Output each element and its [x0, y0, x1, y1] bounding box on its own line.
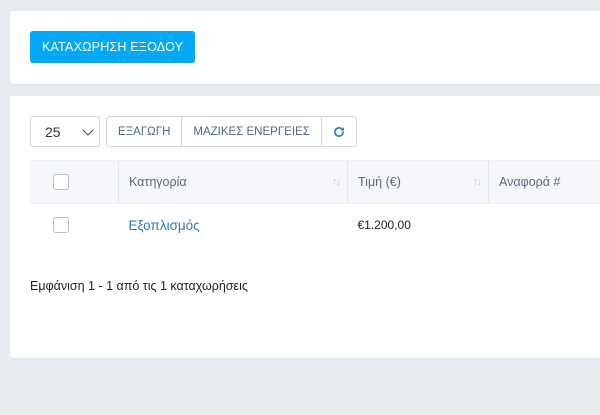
select-all-checkbox[interactable] [53, 174, 69, 190]
sort-icon: ↑↓ [332, 176, 341, 188]
column-label-category: Κατηγορία [129, 175, 187, 189]
price-value: €1.200,00 [357, 218, 411, 232]
category-cell: Εξοπλισμός [119, 204, 348, 247]
expenses-panel: 25 ΕΞΑΓΩΓΗ ΜΑΖΙΚΕΣ ΕΝΕΡΓΕΙΕΣ Κατηγορία ↑… [10, 96, 600, 358]
add-expense-button[interactable]: ΚΑΤΑΧΩΡΗΣΗ ΕΞΟΔΟΥ [30, 31, 196, 63]
page-size-value: 25 [45, 123, 61, 140]
refresh-button[interactable] [320, 116, 357, 147]
sort-icon: ↑↓ [473, 176, 482, 188]
export-button[interactable]: ΕΞΑΓΩΓΗ [106, 116, 183, 147]
table-row: Εξοπλισμός €1.200,00 [30, 204, 600, 247]
table-header-row: Κατηγορία ↑↓ Τιμή (€) ↑↓ Αναφορά # [30, 160, 600, 204]
top-panel: ΚΑΤΑΧΩΡΗΣΗ ΕΞΟΔΟΥ [10, 11, 600, 84]
price-cell: €1.200,00 [348, 204, 489, 247]
table-toolbar: 25 ΕΞΑΓΩΓΗ ΜΑΖΙΚΕΣ ΕΝΕΡΓΕΙΕΣ [30, 116, 357, 147]
row-select-cell [30, 204, 119, 247]
column-label-price: Τιμή (€) [358, 175, 401, 189]
category-link[interactable]: Εξοπλισμός [129, 218, 200, 233]
chevron-down-icon [82, 123, 94, 136]
column-header-price[interactable]: Τιμή (€) ↑↓ [347, 160, 489, 204]
column-header-reference[interactable]: Αναφορά # [488, 160, 600, 204]
bulk-actions-button[interactable]: ΜΑΖΙΚΕΣ ΕΝΕΡΓΕΙΕΣ [181, 116, 322, 147]
reference-cell [489, 204, 600, 247]
refresh-icon [333, 126, 344, 137]
page-size-select[interactable]: 25 [30, 116, 100, 147]
column-header-category[interactable]: Κατηγορία ↑↓ [118, 160, 348, 204]
column-label-reference: Αναφορά # [499, 175, 561, 189]
table-info-text: Εμφάνιση 1 - 1 από τις 1 καταχωρήσεις [30, 279, 248, 293]
select-all-header [30, 160, 119, 204]
row-checkbox[interactable] [53, 217, 69, 233]
expenses-table: Κατηγορία ↑↓ Τιμή (€) ↑↓ Αναφορά # Εξοπλ… [30, 160, 600, 246]
toolbar-button-group: ΕΞΑΓΩΓΗ ΜΑΖΙΚΕΣ ΕΝΕΡΓΕΙΕΣ [106, 116, 357, 147]
